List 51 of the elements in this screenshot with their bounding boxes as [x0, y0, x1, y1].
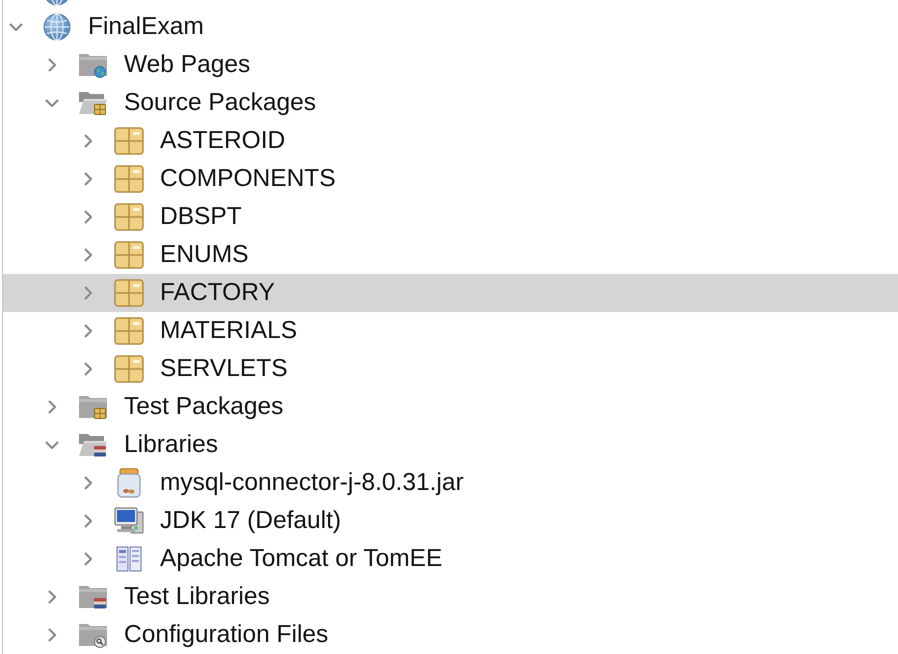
tree-label: JDK 17 (Default) [160, 506, 342, 536]
tree-label: ASTEROID [160, 126, 286, 156]
tree-row[interactable]: Web Pages [3, 46, 898, 84]
tree-row[interactable]: Test Packages [3, 388, 898, 426]
tree-row[interactable]: SERVLETS [3, 350, 898, 388]
tree-row[interactable]: mysql-connector-j-8.0.31.jar [3, 464, 898, 502]
folder-magnifier-icon [78, 622, 108, 648]
tree-row[interactable]: DBSPT [3, 198, 898, 236]
package-icon [114, 165, 144, 193]
tree-label: COMPONENTS [160, 164, 336, 194]
tree-row[interactable]: MATERIALS [3, 312, 898, 350]
tree-label: FinalExam [88, 12, 204, 42]
tree-label: Apache Tomcat or TomEE [160, 544, 442, 574]
tree-row[interactable]: COMPONENTS [3, 160, 898, 198]
folder-globe-icon [78, 52, 108, 78]
tree-row[interactable]: ASTEROID [3, 122, 898, 160]
folder-books-icon [78, 584, 108, 610]
package-icon [114, 203, 144, 231]
monitor-icon [114, 507, 144, 535]
package-icon [114, 317, 144, 345]
tree-label: SERVLETS [160, 354, 288, 384]
package-icon [114, 355, 144, 383]
tree-row[interactable]: Source Packages [3, 84, 898, 122]
tree-label: Test Libraries [124, 582, 270, 612]
package-icon [114, 127, 144, 155]
tree-label: Libraries [124, 430, 218, 460]
jar-icon [117, 468, 141, 498]
tree-row[interactable]: ENUMS [3, 236, 898, 274]
globe-icon [43, 13, 71, 41]
tree-row[interactable]: Configuration Files [3, 616, 898, 654]
tree-label: Web Pages [124, 50, 250, 80]
tree-row[interactable]: FinalExam [3, 8, 898, 46]
package-icon [114, 241, 144, 269]
tree-label: mysql-connector-j-8.0.31.jar [160, 468, 464, 498]
folder-package-icon [78, 394, 108, 420]
tree-row[interactable]: FACTORY [3, 274, 898, 312]
folder-books-icon [78, 432, 108, 458]
tree-label: Test Packages [124, 392, 284, 422]
tree-row[interactable]: JDK 17 (Default) [3, 502, 898, 540]
tree-label: Source Packages [124, 88, 316, 118]
tree-row[interactable]: Apache Tomcat or TomEE [3, 540, 898, 578]
tree-row[interactable]: Libraries [3, 426, 898, 464]
server-icon [116, 546, 142, 572]
tree-label: DBSPT [160, 202, 242, 232]
tree-row[interactable]: Test Libraries [3, 578, 898, 616]
folder-package-icon [78, 90, 108, 116]
tree-label: Configuration Files [124, 620, 328, 650]
tree-label: MATERIALS [160, 316, 298, 346]
tree-label: ENUMS [160, 240, 248, 270]
tree-label: FACTORY [160, 278, 275, 308]
package-icon [114, 279, 144, 307]
